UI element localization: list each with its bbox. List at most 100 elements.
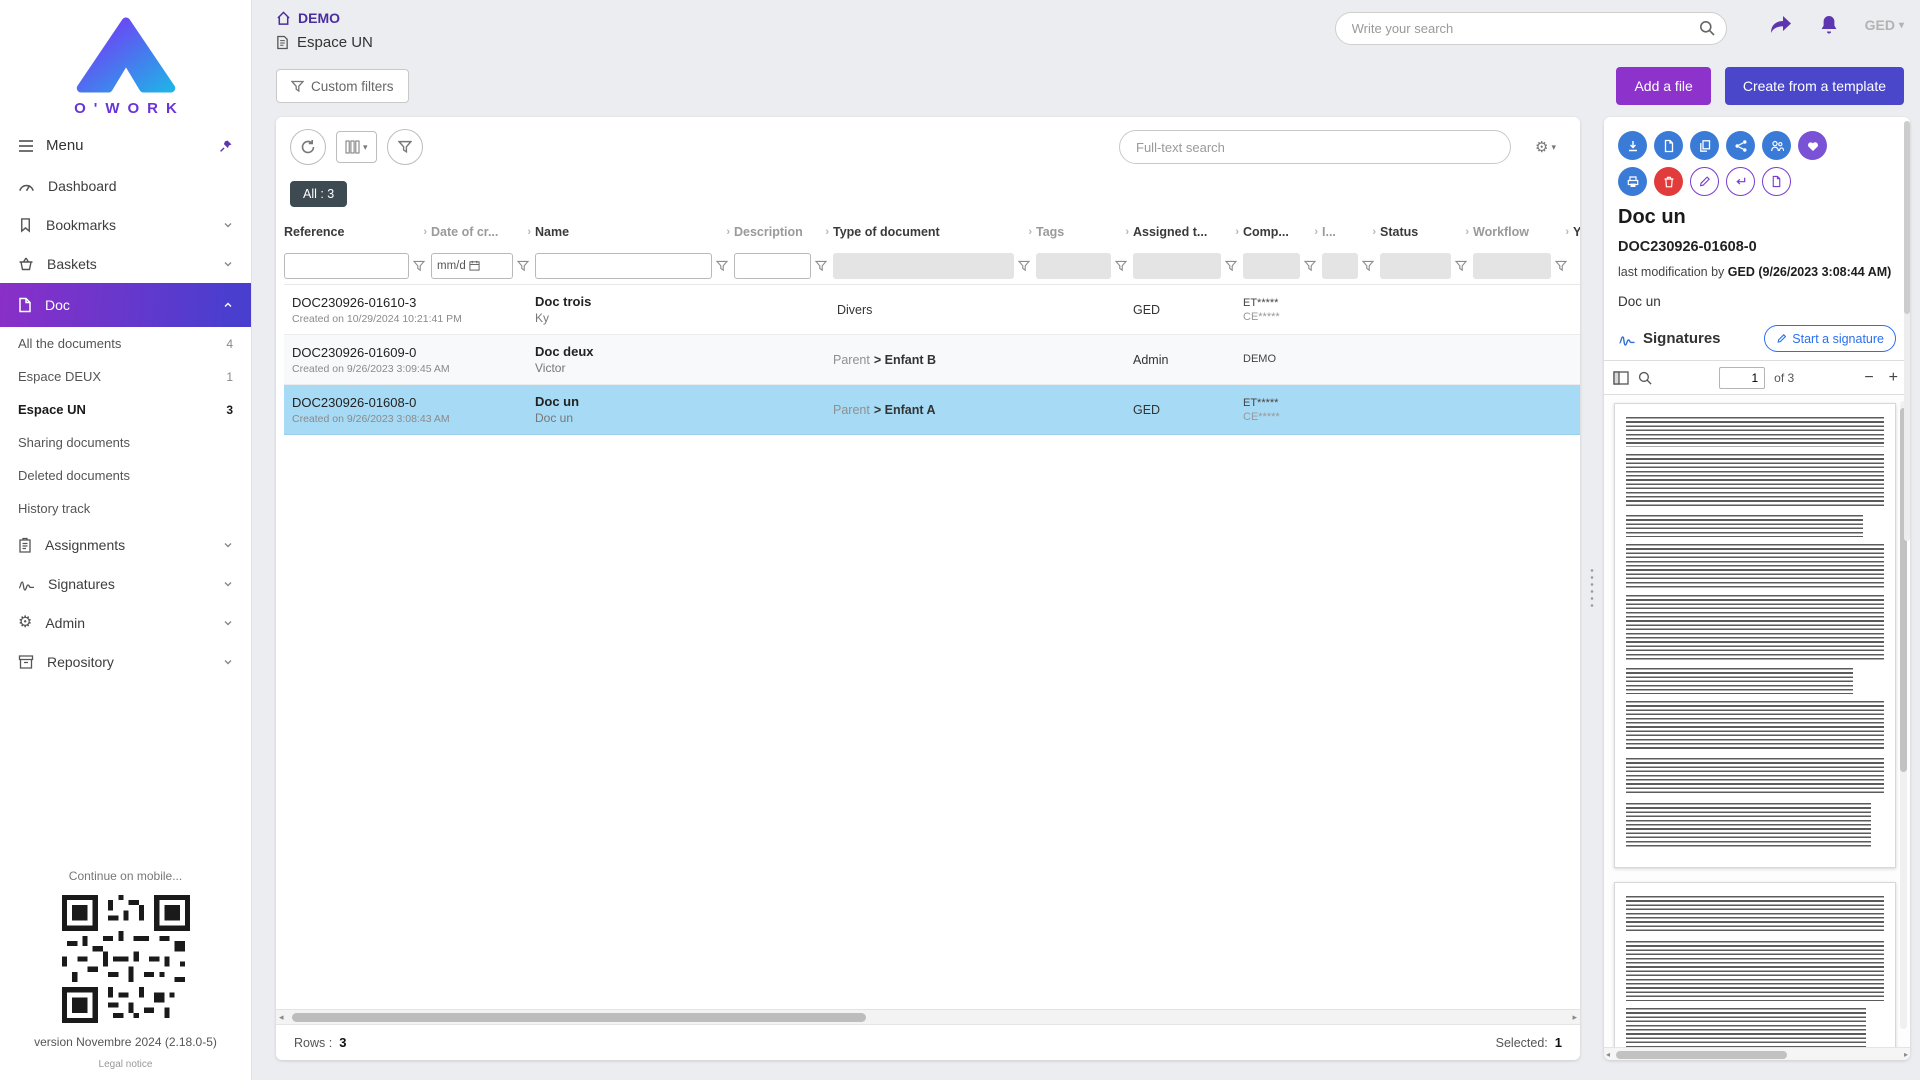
sidebar-item-all-documents[interactable]: All the documents 4 [0,327,251,360]
users-button[interactable] [1762,131,1791,160]
column-header-tags[interactable]: Tags› [1036,225,1133,239]
viewer-search-icon[interactable] [1638,371,1652,385]
filter-status-select[interactable] [1380,253,1451,279]
sidebar-item-doc[interactable]: Doc [0,283,251,327]
tab-all[interactable]: All : 3 [290,181,347,207]
filter-icon[interactable] [1455,260,1467,272]
sidebar-toggle-icon[interactable] [1613,371,1629,385]
export-file-button[interactable] [1654,131,1683,160]
filter-icon[interactable] [1225,260,1237,272]
filters-button[interactable] [387,129,423,165]
sidebar-item-bookmarks[interactable]: Bookmarks [0,205,251,244]
filter-icon[interactable] [1018,260,1030,272]
scrollbar-thumb[interactable] [1616,1051,1787,1059]
column-header-date[interactable]: Date of cr...› [431,225,535,239]
scroll-left-arrow[interactable]: ◂ [279,1012,284,1023]
scroll-right-arrow[interactable]: ▸ [1904,1050,1908,1059]
table-row[interactable]: PDF DOC230926-01610-3 Created on 10/29/2… [284,285,1580,335]
scrollbar-thumb[interactable] [1904,121,1910,314]
sidebar-item-baskets[interactable]: Baskets [0,244,251,283]
scroll-right-arrow[interactable]: ▸ [1572,1012,1577,1023]
filter-icon[interactable] [517,260,529,272]
column-header-y[interactable]: Y... [1573,225,1580,239]
filter-reference-input[interactable] [284,253,409,279]
sidebar-item-history-track[interactable]: History track [0,492,251,525]
scroll-left-arrow[interactable]: ◂ [1606,1050,1610,1059]
column-header-i[interactable]: I...› [1322,225,1380,239]
table-row-selected[interactable]: PDF DOC230926-01608-0 Created on 9/26/20… [284,385,1580,435]
filter-icon[interactable] [815,260,827,272]
filter-icon[interactable] [716,260,728,272]
search-icon[interactable] [1699,20,1715,36]
menu-toggle[interactable]: Menu [0,123,251,166]
edit-button[interactable] [1690,167,1719,196]
start-signature-button[interactable]: Start a signature [1764,325,1896,352]
filter-date-input[interactable]: mm/d [431,253,513,279]
column-header-assigned[interactable]: Assigned t...› [1133,225,1243,239]
sidebar-item-repository[interactable]: Repository [0,642,251,681]
filter-i-select[interactable] [1322,253,1358,279]
filter-tags-select[interactable] [1036,253,1111,279]
breadcrumb-app[interactable]: DEMO [276,10,1335,26]
horizontal-scrollbar[interactable]: ◂ ▸ [276,1009,1580,1024]
column-header-company[interactable]: Comp...› [1243,225,1322,239]
user-menu[interactable]: GED ▾ [1865,17,1904,33]
print-button[interactable] [1618,167,1647,196]
zoom-out-button[interactable]: − [1861,369,1876,387]
table-row[interactable]: DOC230926-01609-0 Created on 9/26/2023 3… [284,335,1580,385]
sidebar-item-assignments[interactable]: Assignments [0,525,251,564]
filter-type-select[interactable] [833,253,1014,279]
hamburger-icon [18,139,34,153]
share-button[interactable] [1726,131,1755,160]
custom-filters-button[interactable]: Custom filters [276,69,409,103]
grid-settings-menu[interactable]: ⚙ ▾ [1535,138,1556,156]
column-header-type[interactable]: Type of document› [833,225,1036,239]
sidebar-item-dashboard[interactable]: Dashboard [0,166,251,205]
filter-company-select[interactable] [1243,253,1300,279]
filter-icon[interactable] [1362,260,1374,272]
add-file-button[interactable]: Add a file [1616,67,1710,105]
sidebar-item-admin[interactable]: ⚙ Admin [0,603,251,642]
column-header-workflow[interactable]: Workflow› [1473,225,1573,239]
resize-handle[interactable] [1590,567,1594,611]
sidebar-item-espace-un[interactable]: Espace UN 3 [0,393,251,426]
filter-icon[interactable] [1555,260,1567,272]
panel-vertical-scrollbar[interactable] [1904,121,1910,541]
refresh-button[interactable] [290,129,326,165]
legal-notice-link[interactable]: Legal notice [0,1059,251,1070]
download-button[interactable] [1618,131,1647,160]
filter-icon[interactable] [1115,260,1127,272]
filter-workflow-select[interactable] [1473,253,1551,279]
delete-button[interactable] [1654,167,1683,196]
favorite-button[interactable] [1798,131,1827,160]
copy-button[interactable] [1690,131,1719,160]
bell-icon[interactable] [1819,14,1839,36]
filter-assigned-select[interactable] [1133,253,1221,279]
sidebar-pin-icon[interactable] [219,139,233,153]
column-menu-icon: › [1025,226,1032,238]
zoom-in-button[interactable]: + [1886,369,1901,387]
columns-button[interactable]: ▾ [336,131,377,163]
fulltext-search-input[interactable] [1119,130,1511,164]
return-button[interactable] [1726,167,1755,196]
sidebar-item-signatures[interactable]: Signatures [0,564,251,603]
column-header-name[interactable]: Name› [535,225,734,239]
column-header-description[interactable]: Description› [734,225,833,239]
viewer-horizontal-scrollbar[interactable]: ◂ ▸ [1604,1047,1910,1060]
global-search-input[interactable] [1335,12,1727,45]
column-menu-icon: › [1562,226,1569,238]
create-from-template-button[interactable]: Create from a template [1725,67,1904,105]
page-number-input[interactable] [1719,367,1765,389]
filter-icon[interactable] [1304,260,1316,272]
share-icon[interactable] [1769,14,1793,36]
sidebar-item-deleted-documents[interactable]: Deleted documents [0,459,251,492]
scrollbar-thumb[interactable] [292,1013,866,1022]
column-header-status[interactable]: Status› [1380,225,1473,239]
sidebar-item-sharing-documents[interactable]: Sharing documents [0,426,251,459]
sidebar-item-espace-deux[interactable]: Espace DEUX 1 [0,360,251,393]
filter-name-input[interactable] [535,253,712,279]
filter-icon[interactable] [413,260,425,272]
column-header-reference[interactable]: Reference› [284,225,431,239]
filter-description-input[interactable] [734,253,811,279]
document-button[interactable] [1762,167,1791,196]
